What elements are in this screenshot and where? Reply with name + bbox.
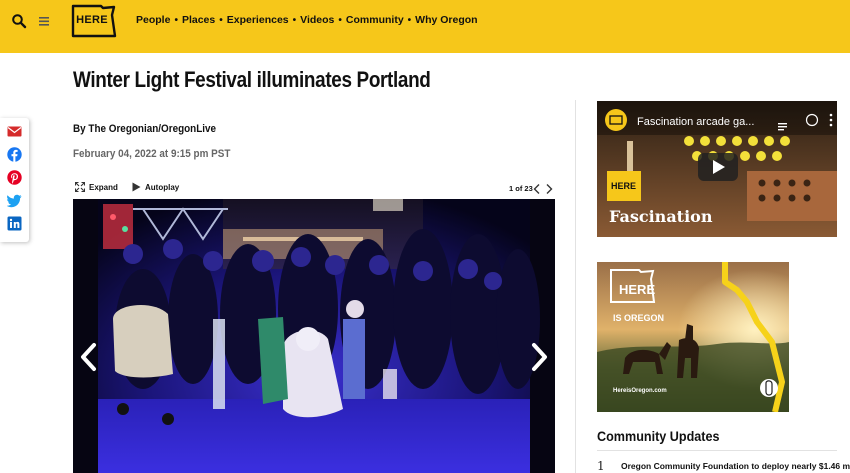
nav-experiences[interactable]: Experiences — [227, 14, 289, 26]
search-icon[interactable] — [11, 13, 27, 29]
autoplay-label: Autoplay — [145, 182, 180, 192]
expand-icon — [75, 182, 85, 192]
email-icon[interactable] — [7, 124, 22, 139]
site-header: HERE People • Places • Experiences • Vid… — [0, 0, 850, 53]
nav-separator: • — [174, 14, 178, 26]
community-item-link[interactable]: Oregon Community Foundation to deploy ne… — [621, 461, 850, 471]
ad-url: HereisOregon.com — [613, 388, 667, 394]
article-byline: By The Oregonian/OregonLive — [73, 123, 217, 135]
play-icon — [132, 182, 141, 192]
photo-next-arrow-icon[interactable] — [529, 342, 549, 372]
ad-logo: HERE — [619, 282, 656, 297]
video-caption: Fascination — [609, 207, 713, 226]
facebook-icon[interactable] — [7, 147, 22, 162]
nav-videos[interactable]: Videos — [300, 14, 334, 26]
expand-label: Expand — [89, 182, 118, 192]
nav-people[interactable]: People — [136, 14, 170, 26]
chevron-right-icon[interactable] — [544, 182, 554, 194]
festival-crowd-photo — [73, 199, 555, 473]
nav-community[interactable]: Community — [346, 14, 404, 26]
ad-tagline: IS OREGON — [613, 313, 665, 323]
here-is-oregon-ad[interactable]: HERE IS OREGON HereisOregon.com — [597, 262, 789, 412]
video-player[interactable]: Fascination arcade ga... HERE Fascinatio… — [597, 101, 837, 237]
nav-why-oregon[interactable]: Why Oregon — [415, 14, 477, 26]
main-nav: People • Places • Experiences • Videos •… — [136, 14, 478, 26]
hamburger-menu-icon[interactable] — [37, 13, 53, 29]
nav-separator: • — [407, 14, 412, 26]
nav-separator: • — [338, 14, 342, 26]
share-rail — [0, 118, 29, 242]
community-divider — [597, 450, 837, 451]
linkedin-icon[interactable] — [7, 216, 22, 231]
gallery-counter: 1 of 23 — [509, 184, 533, 193]
video-title: Fascination arcade ga... — [637, 116, 755, 128]
article-date: February 04, 2022 at 9:15 pm PST — [73, 148, 231, 160]
expand-button[interactable]: Expand — [75, 182, 118, 192]
twitter-icon[interactable] — [6, 193, 22, 208]
column-divider — [575, 100, 576, 473]
community-item-number: 1 — [597, 459, 605, 473]
community-updates-title: Community Updates — [597, 428, 720, 444]
logo-text: HERE — [76, 14, 108, 26]
gallery-photo[interactable] — [73, 199, 555, 473]
photo-prev-arrow-icon[interactable] — [79, 342, 99, 372]
here-logo[interactable]: HERE — [70, 3, 117, 39]
chevron-left-icon[interactable] — [532, 182, 542, 194]
autoplay-button[interactable]: Autoplay — [131, 182, 179, 192]
pinterest-icon[interactable] — [7, 170, 22, 185]
article-headline: Winter Light Festival illuminates Portla… — [73, 67, 431, 92]
video-badge: HERE — [611, 181, 637, 191]
nav-separator: • — [219, 14, 223, 26]
nav-separator: • — [292, 14, 297, 26]
nav-places[interactable]: Places — [182, 14, 215, 26]
